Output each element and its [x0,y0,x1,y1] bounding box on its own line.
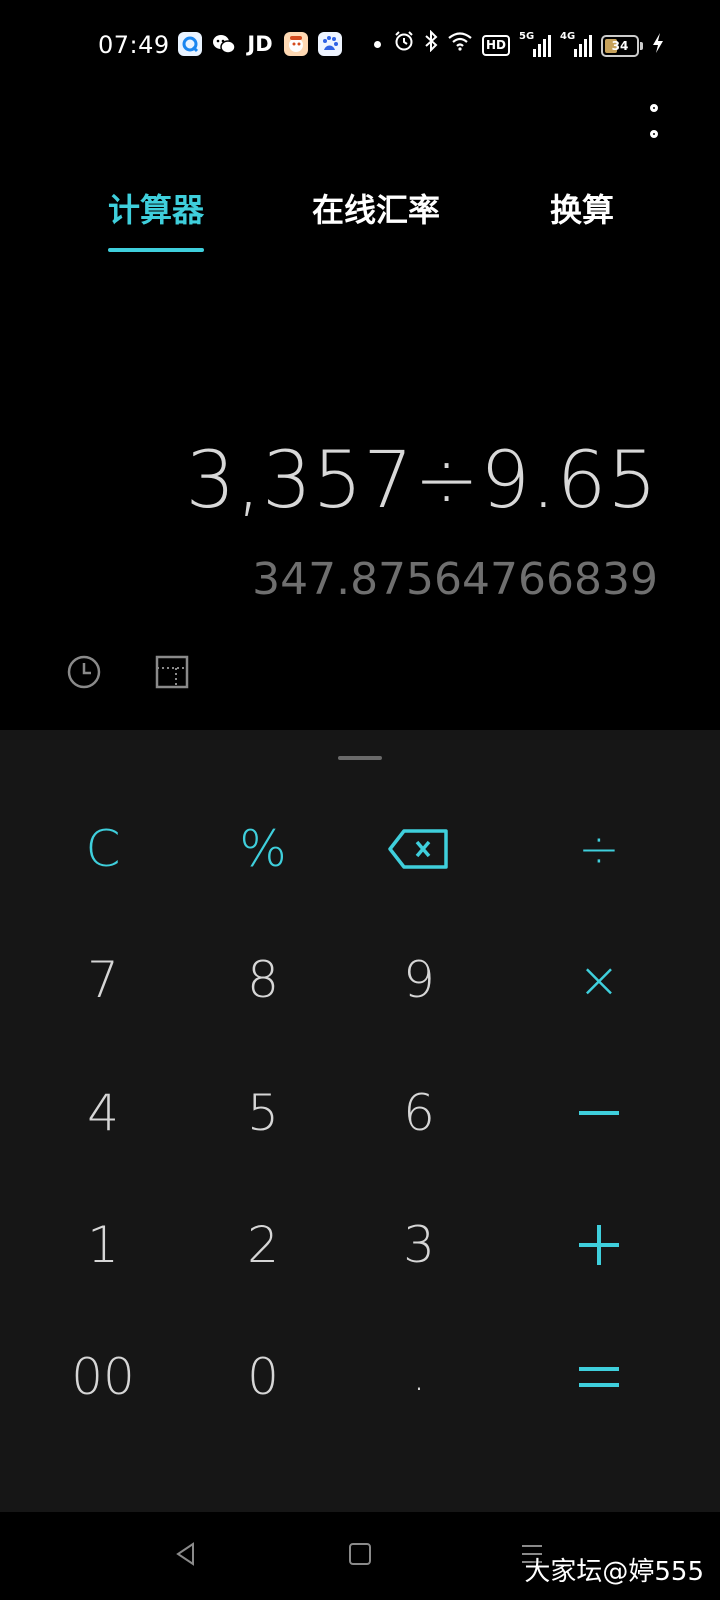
bluetooth-icon [424,29,438,61]
jd-app-icon: JD [247,32,273,56]
history-icon[interactable] [66,654,102,690]
key-2[interactable]: 2 [188,1190,338,1300]
key-0[interactable]: 0 [188,1322,338,1432]
expression-display: 3,357÷9.65 [185,436,658,526]
baidu-app-icon [318,32,342,56]
browser-app-icon [178,32,202,56]
alarm-icon [393,30,415,61]
plus-icon [579,1225,619,1265]
equals-button[interactable] [524,1322,674,1432]
game-app-icon [284,32,308,56]
wechat-icon [212,32,236,56]
signal-5g-icon: 5G [519,31,551,57]
status-time: 07:49 [98,31,170,59]
add-button[interactable] [524,1190,674,1300]
battery-level: 34 [611,38,629,53]
tab-calculator[interactable]: 计算器 [108,190,204,230]
clear-button[interactable]: C [28,794,178,904]
system-icons: HD 5G 4G 34 [393,29,664,61]
tab-exchange-rate[interactable]: 在线汇率 [312,190,440,230]
keypad: C % ÷ 7 8 9 × 4 5 6 1 2 3 00 0 . [0,730,720,1512]
key-5[interactable]: 5 [188,1058,338,1168]
mode-tabs: 计算器 在线汇率 换算 [0,190,720,260]
charging-bolt-icon [652,32,664,59]
hd-voice-icon: HD [481,35,510,56]
equals-icon [579,1367,619,1387]
tab-conversion[interactable]: 换算 [550,190,614,230]
wifi-icon [447,31,473,60]
backspace-icon [388,829,448,869]
key-7[interactable]: 7 [28,925,178,1035]
navigation-bar: 大家坛@婷555 [0,1512,720,1600]
battery-icon: 34 [601,34,643,57]
percent-button[interactable]: % [188,794,338,904]
divide-button[interactable]: ÷ [524,794,674,904]
active-tab-indicator [108,248,204,252]
backspace-button[interactable] [344,794,494,904]
notification-icons: JD [178,32,381,56]
subtract-button[interactable] [524,1058,674,1168]
decimal-button[interactable]: . [344,1322,494,1432]
display-tools [66,654,190,690]
multiply-button[interactable]: × [524,925,674,1035]
scientific-mode-icon[interactable] [154,654,190,690]
signal-4g-icon: 4G [560,31,592,57]
status-bar: 07:49 JD HD 5G 4G 34 [0,28,720,64]
key-6[interactable]: 6 [344,1058,494,1168]
drag-handle[interactable] [338,756,382,760]
calculator-screen: 07:49 JD HD 5G 4G 34 计算器 在线汇率 换算 3,357÷9… [0,0,720,1600]
watermark-text: 大家坛@婷555 [524,1557,704,1587]
signal-4g-label: 4G [560,30,576,42]
minus-icon [579,1111,619,1115]
key-8[interactable]: 8 [188,925,338,1035]
key-00[interactable]: 00 [28,1322,178,1432]
back-nav-icon[interactable] [166,1534,206,1574]
key-3[interactable]: 3 [344,1190,494,1300]
key-1[interactable]: 1 [28,1190,178,1300]
key-9[interactable]: 9 [344,925,494,1035]
key-4[interactable]: 4 [28,1058,178,1168]
more-options-icon[interactable] [642,104,666,138]
home-nav-icon[interactable] [340,1534,380,1574]
more-notifications-dot [374,40,381,48]
result-preview: 347.87564766839 [252,554,658,605]
signal-5g-label: 5G [519,30,535,42]
